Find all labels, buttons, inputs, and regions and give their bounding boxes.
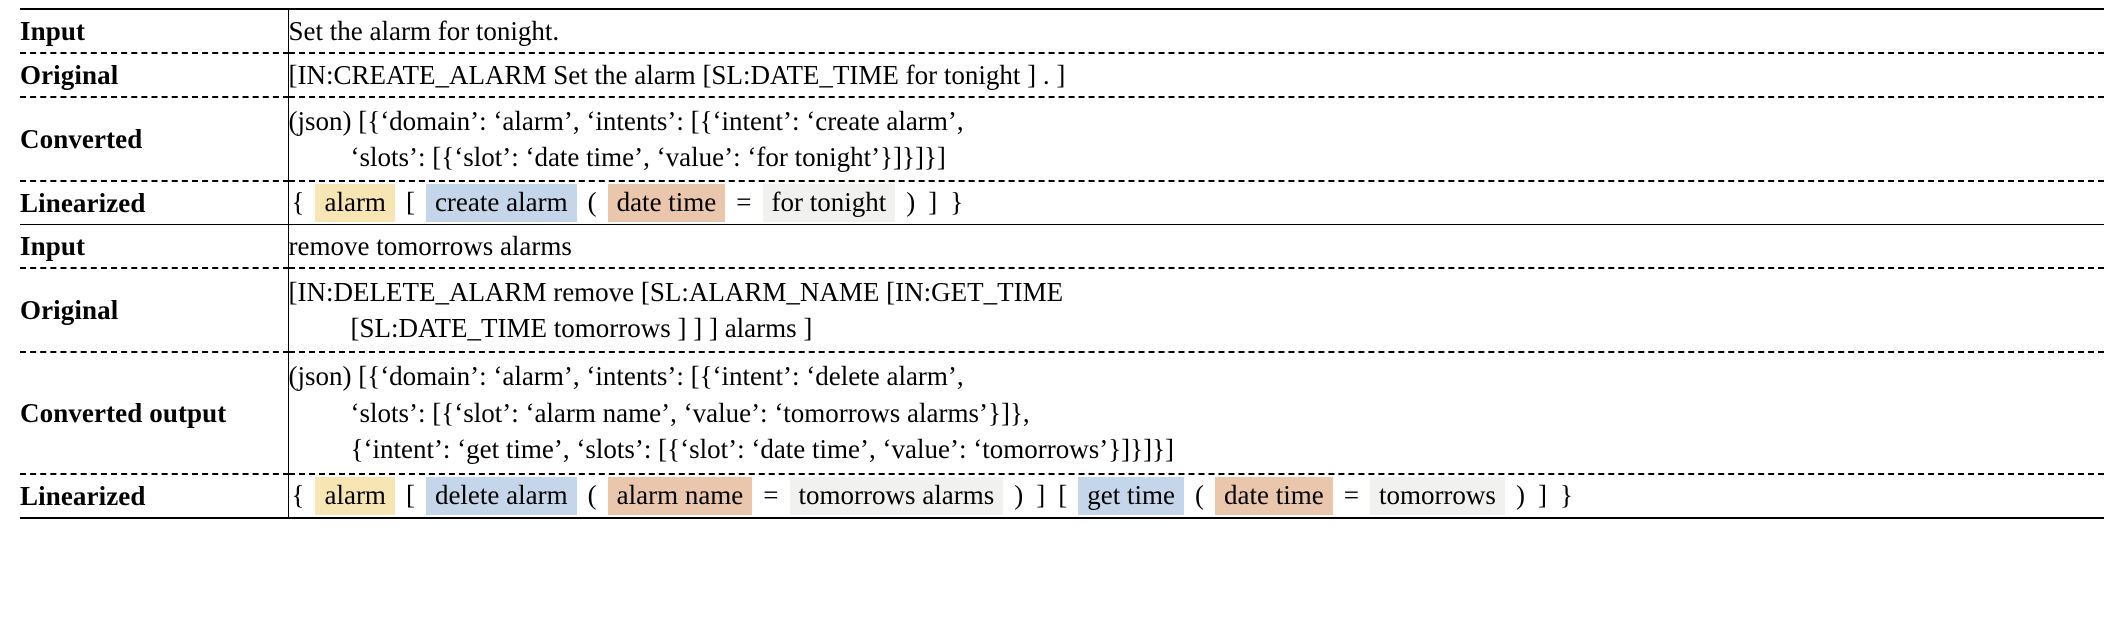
linearized-punct: ) (1014, 480, 1024, 511)
linearized-punct: [ (405, 187, 415, 218)
converted2-line-3: {‘intent’: ‘get time’, ‘slots’: [{‘slot’… (350, 434, 1175, 465)
linearized-chip-domain: alarm (315, 184, 395, 222)
linearized-punct: [ (1058, 480, 1068, 511)
linearized-punct: ) (906, 187, 916, 218)
table-row: Linearized { alarm [ create alarm ( date time… (20, 180, 2105, 225)
table-row: Original [IN:CREATE_ALARM Set the alarm … (20, 52, 2104, 97)
linearized-punct: { (291, 187, 305, 218)
row-label-original-1: Original (20, 52, 288, 97)
linearized-punct: } (950, 187, 964, 218)
linearized-chip-slot: date time (607, 184, 726, 222)
linearized-chip-intent: delete alarm (425, 477, 577, 515)
row-label-original-2: Original (20, 267, 288, 352)
row-label-converted-1: Converted (20, 96, 288, 181)
linearized-chip-domain: alarm (315, 477, 395, 515)
table-row: Converted output (json) [{‘domain’: ‘ala… (20, 351, 2104, 474)
linearized-punct: = (1343, 480, 1359, 511)
original2-line-1: [IN:DELETE_ALARM remove [SL:ALARM_NAME [… (288, 276, 1064, 307)
row-label-linearized-2: Linearized (20, 473, 288, 519)
linearized-chip-slot: date time (1214, 477, 1333, 515)
table-figure: Input Set the alarm for tonight. Origina… (0, 0, 2122, 644)
row-value-converted-output-2: (json) [{‘domain’: ‘alarm’, ‘intents’: [… (287, 351, 2104, 474)
linearized-punct: = (763, 480, 779, 511)
linearized-punct: ( (587, 187, 597, 218)
row-value-linearized-1: { alarm [ create alarm ( date time = for tonigh… (287, 180, 2105, 225)
linearized-tokens-1: { alarm [ create alarm ( date time = for tonigh… (289, 184, 2105, 222)
linearized-chip-intent: create alarm (425, 184, 577, 222)
linearized-punct: = (736, 187, 752, 218)
original-line-1: [IN:CREATE_ALARM Set the alarm [SL:DATE_… (288, 59, 1066, 90)
row-value-linearized-2: { alarm [ delete alarm ( alarm name = tomorrows… (287, 473, 2105, 519)
linearized-chip-value: for tonight (762, 184, 896, 222)
row-value-input-1: Set the alarm for tonight. (287, 8, 2104, 53)
input-text-1: Set the alarm for tonight. (288, 15, 560, 46)
linearized-punct: [ (405, 480, 415, 511)
table-row: Linearized { alarm [ delete alarm ( alarm nam… (20, 473, 2105, 519)
linearized-chip-value: tomorrows alarms (789, 477, 1004, 515)
row-label-linearized-1: Linearized (20, 180, 288, 225)
linearized-punct: ] (1537, 480, 1547, 511)
linearized-punct: ] (1036, 480, 1046, 511)
original2-line-2: [SL:DATE_TIME tomorrows ] ] ] alarms ] (350, 313, 813, 343)
row-value-original-1: [IN:CREATE_ALARM Set the alarm [SL:DATE_… (287, 52, 2104, 97)
table-row: Input remove tomorrows alarms (20, 224, 2104, 268)
table-row: Input Set the alarm for tonight. (20, 8, 2104, 53)
linearized-punct: ( (1194, 480, 1204, 511)
linearized-tokens-2: { alarm [ delete alarm ( alarm name = tomorrows… (289, 477, 2105, 515)
row-value-input-2: remove tomorrows alarms (287, 224, 2104, 268)
row-label-input-1: Input (20, 8, 288, 53)
table-row: Converted (json) [{‘domain’: ‘alarm’, ‘i… (20, 96, 2104, 181)
converted-line-1: (json) [{‘domain’: ‘alarm’, ‘intents’: [… (288, 105, 964, 136)
linearized-punct: ] (928, 187, 938, 218)
row-value-original-2: [IN:DELETE_ALARM remove [SL:ALARM_NAME [… (287, 267, 2104, 352)
linearized-punct: { (291, 480, 305, 511)
row-label-input-2: Input (20, 224, 288, 268)
input-text-2: remove tomorrows alarms (288, 230, 572, 261)
linearized-chip-value: tomorrows (1369, 477, 1505, 515)
converted-line-2: ‘slots’: [{‘slot’: ‘date time’, ‘value’:… (350, 142, 946, 172)
linearized-punct: } (1559, 480, 1573, 511)
semantic-parse-table: Input Set the alarm for tonight. Origina… (20, 8, 2104, 519)
row-value-converted-1: (json) [{‘domain’: ‘alarm’, ‘intents’: [… (287, 96, 2104, 181)
row-label-converted-output-2: Converted output (20, 351, 288, 474)
converted2-line-2: ‘slots’: [{‘slot’: ‘alarm name’, ‘value’… (350, 397, 1030, 428)
linearized-punct: ( (587, 480, 597, 511)
converted2-line-1: (json) [{‘domain’: ‘alarm’, ‘intents’: [… (288, 361, 964, 392)
linearized-chip-slot: alarm name (607, 477, 753, 515)
table-row: Original [IN:DELETE_ALARM remove [SL:ALA… (20, 267, 2104, 352)
linearized-chip-intent: get time (1078, 477, 1184, 515)
linearized-punct: ) (1515, 480, 1525, 511)
